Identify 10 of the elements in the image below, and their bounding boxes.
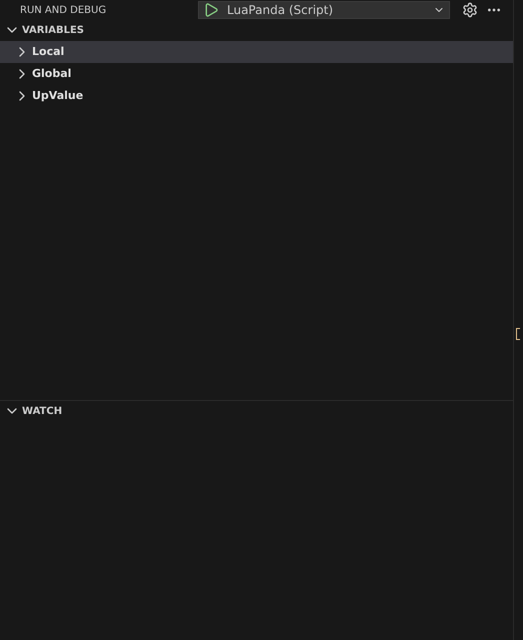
tree-item[interactable]: Global bbox=[0, 63, 513, 85]
tree-item[interactable]: Local bbox=[0, 41, 513, 63]
bracket-icon bbox=[516, 328, 520, 340]
settings-icon[interactable] bbox=[462, 2, 478, 18]
tree-item[interactable]: UpValue bbox=[0, 85, 513, 107]
launch-config-dropdown[interactable]: LuaPanda (Script) bbox=[198, 1, 450, 19]
view-title: RUN AND DEBUG bbox=[20, 4, 108, 18]
section-header[interactable]: VARIABLES bbox=[0, 22, 513, 38]
play-icon bbox=[203, 2, 219, 18]
section-header[interactable]: WATCH bbox=[0, 401, 513, 421]
